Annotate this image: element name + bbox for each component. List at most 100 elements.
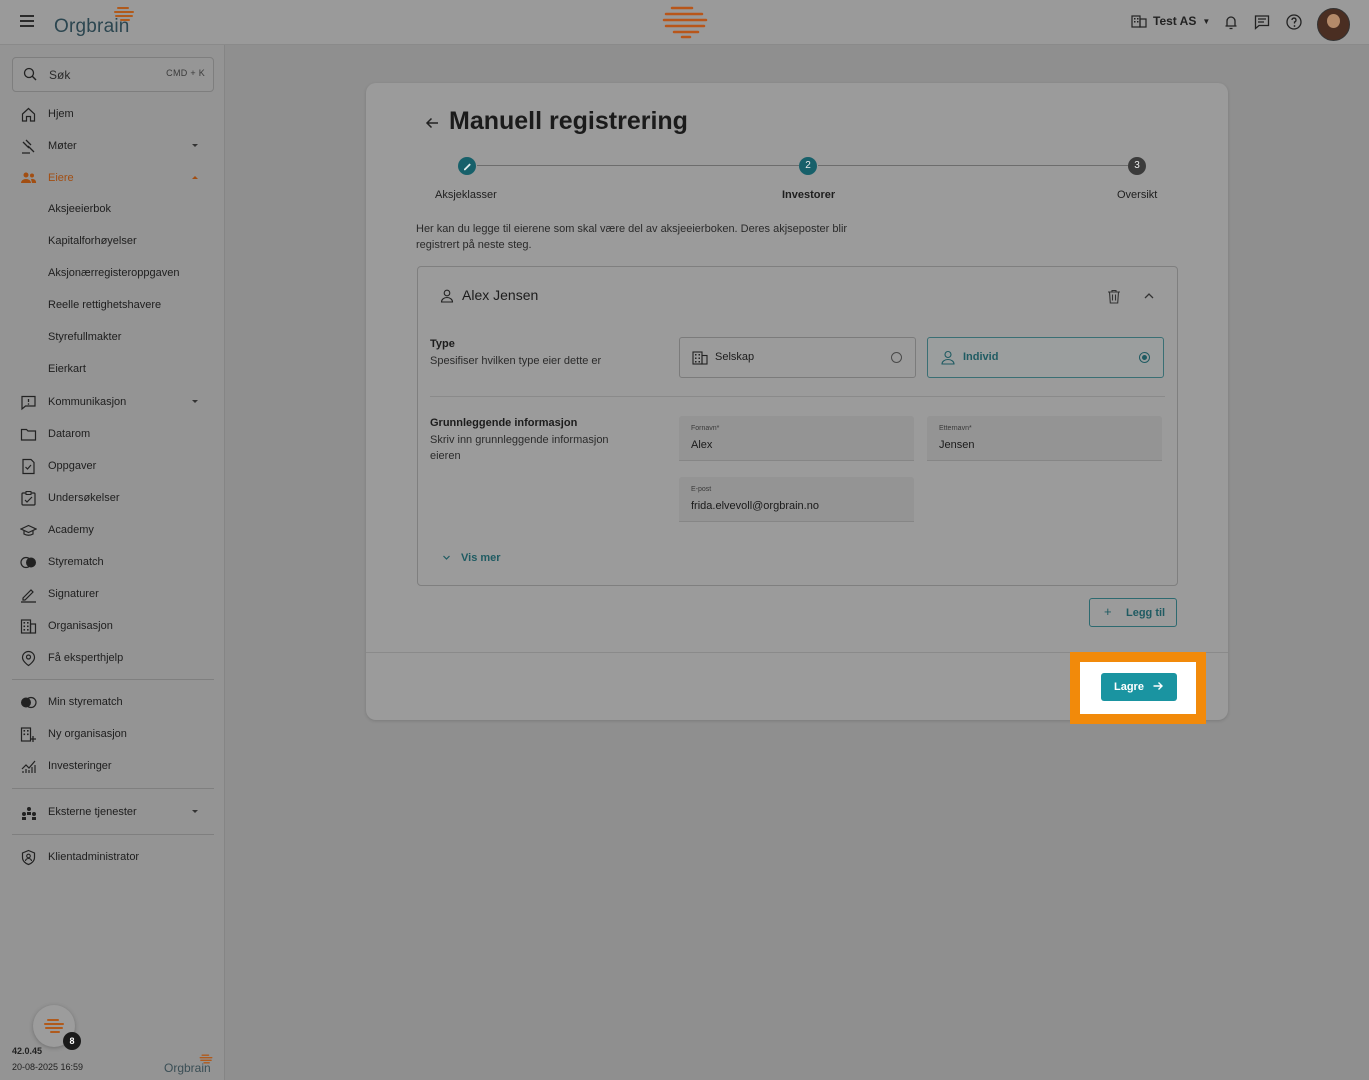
investor-panel: Alex Jensen Type Spesifiser hvilken type… [417,266,1178,586]
brain-icon [44,1019,64,1033]
sidebar-item-min-styrematch[interactable]: Min styrematch [0,688,224,716]
sidebar-item-kommunikasjon[interactable]: Kommunikasjon [0,388,224,416]
sidebar-item-eiere[interactable]: Eiere [0,164,224,192]
person-icon [440,289,454,303]
sidebar: Søk CMD + K Hjem Møter Eiere Aksjeeierbo… [0,45,225,1080]
step-3-todo[interactable]: 3 [1128,157,1146,175]
intro-text: Her kan du legge til eierene som skal væ… [416,223,848,251]
plus-icon: + [1104,604,1112,619]
chevron-down-icon [192,810,198,813]
apps-icon [22,807,36,820]
people-icon [21,172,37,183]
sidebar-item-investeringer[interactable]: Investeringer [0,752,224,780]
sidebar-item-hjem[interactable]: Hjem [0,100,224,128]
brain-small-icon [199,1054,213,1064]
chevron-up-icon[interactable] [1143,291,1155,301]
sidebar-item-academy[interactable]: Academy [0,516,224,544]
step-1-label: Aksjeklasser [435,189,497,201]
info-title: Grunnleggende informasjon [430,417,578,429]
chevron-down-icon: ▼ [1202,16,1211,26]
building-icon [20,619,37,634]
folder-icon [20,428,37,441]
type-subtitle: Spesifiser hvilken type eier dette er [430,355,602,367]
step-3-label: Oversikt [1117,189,1158,201]
user-avatar[interactable] [1317,8,1350,41]
circles-icon [20,556,36,569]
sidebar-item-styrematch[interactable]: Styrematch [0,548,224,576]
first-name-field[interactable]: Fornavn* Alex [679,416,914,461]
sidebar-item-moter[interactable]: Møter [0,132,224,160]
last-name-field[interactable]: Etternavn* Jensen [927,416,1162,461]
add-investor-button[interactable]: + Legg til [1089,598,1177,627]
top-bar: Orgbrain Test AS ▼ [0,0,1369,45]
bell-icon[interactable] [1222,13,1240,31]
search-label: Søk [49,68,71,82]
trash-icon[interactable] [1107,289,1121,304]
sidebar-item-oppgaver[interactable]: Oppgaver [0,452,224,480]
sidebar-subitem-aksjonaerregisteroppgaven[interactable]: Aksjonærregisteroppgaven [48,267,179,279]
sidebar-item-klientadministrator[interactable]: Klientadministrator [0,843,224,871]
search-input[interactable]: Søk CMD + K [12,57,214,92]
pen-icon [21,589,36,603]
chart-icon [21,760,36,773]
back-arrow-icon[interactable] [424,115,440,131]
help-icon[interactable] [1285,13,1303,31]
pencil-icon [464,163,471,171]
email-field[interactable]: E-post frida.elvevoll@orgbrain.no [679,477,914,522]
show-more-link[interactable]: Vis mer [442,552,501,564]
save-button[interactable]: Lagre [1101,673,1177,701]
type-title: Type [430,338,455,350]
search-icon [23,67,37,81]
building-icon [1131,15,1147,28]
survey-icon [21,491,36,506]
radio-selskap[interactable] [891,352,902,363]
sidebar-subitem-styrefullmakter[interactable]: Styrefullmakter [48,331,121,343]
sidebar-item-fa-eksperthjelp[interactable]: Få eksperthjelp [0,644,224,672]
chat-alert-icon [21,395,36,411]
chevron-down-icon [443,555,450,560]
sidebar-subitem-kapitalforhoyelser[interactable]: Kapitalforhøyelser [48,235,137,247]
step-1-done[interactable] [458,157,476,175]
build-date: 20-08-2025 16:59 [12,1062,84,1072]
chevron-up-icon [192,176,198,179]
app-version: 42.0.45 [12,1046,43,1056]
type-option-individ[interactable]: Individ [927,337,1164,378]
person-icon [941,350,955,365]
chevron-down-icon [192,144,198,147]
sidebar-subitem-reelle-rettighetshavere[interactable]: Reelle rettighetshavere [48,299,161,311]
page-title: Manuell registrering [449,107,688,135]
org-name: Test AS [1153,14,1197,28]
section-divider [430,396,1165,397]
expert-icon [21,650,36,667]
step-2-current[interactable]: 2 [799,157,817,175]
sidebar-item-ny-organisasjon[interactable]: Ny organisasjon [0,720,224,748]
info-subtitle: Skriv inn grunnleggende informasjon eier… [430,434,609,462]
sidebar-item-organisasjon[interactable]: Organisasjon [0,612,224,640]
building-add-icon [20,727,36,742]
task-icon [22,458,35,475]
search-shortcut: CMD + K [166,68,205,78]
building-icon [692,351,708,365]
sidebar-item-signaturer[interactable]: Signaturer [0,580,224,608]
sidebar-item-eksterne-tjenester[interactable]: Eksterne tjenester [0,798,224,826]
menu-icon[interactable] [20,15,34,27]
messages-icon[interactable] [1253,13,1271,31]
registration-card: Manuell registrering 2 3 Aksjeklasser In… [366,83,1228,720]
notification-badge: 8 [63,1032,81,1050]
gavel-icon [22,139,35,154]
stepper-connector [477,165,799,166]
shield-icon [21,849,36,866]
brain-logo-icon [114,7,134,21]
brain-center-logo-icon [662,6,708,39]
sidebar-divider [12,788,214,789]
graduation-cap-icon [20,524,37,536]
chevron-down-icon [192,400,198,403]
org-switcher[interactable]: Test AS ▼ [1131,14,1210,28]
sidebar-item-datarom[interactable]: Datarom [0,420,224,448]
type-option-selskap[interactable]: Selskap [679,337,916,378]
sidebar-item-undersokelser[interactable]: Undersøkelser [0,484,224,512]
sidebar-subitem-aksjeeierbok[interactable]: Aksjeeierbok [48,203,111,215]
arrow-right-icon [1153,682,1163,690]
sidebar-subitem-eierkart[interactable]: Eierkart [48,363,86,375]
radio-individ[interactable] [1139,352,1150,363]
